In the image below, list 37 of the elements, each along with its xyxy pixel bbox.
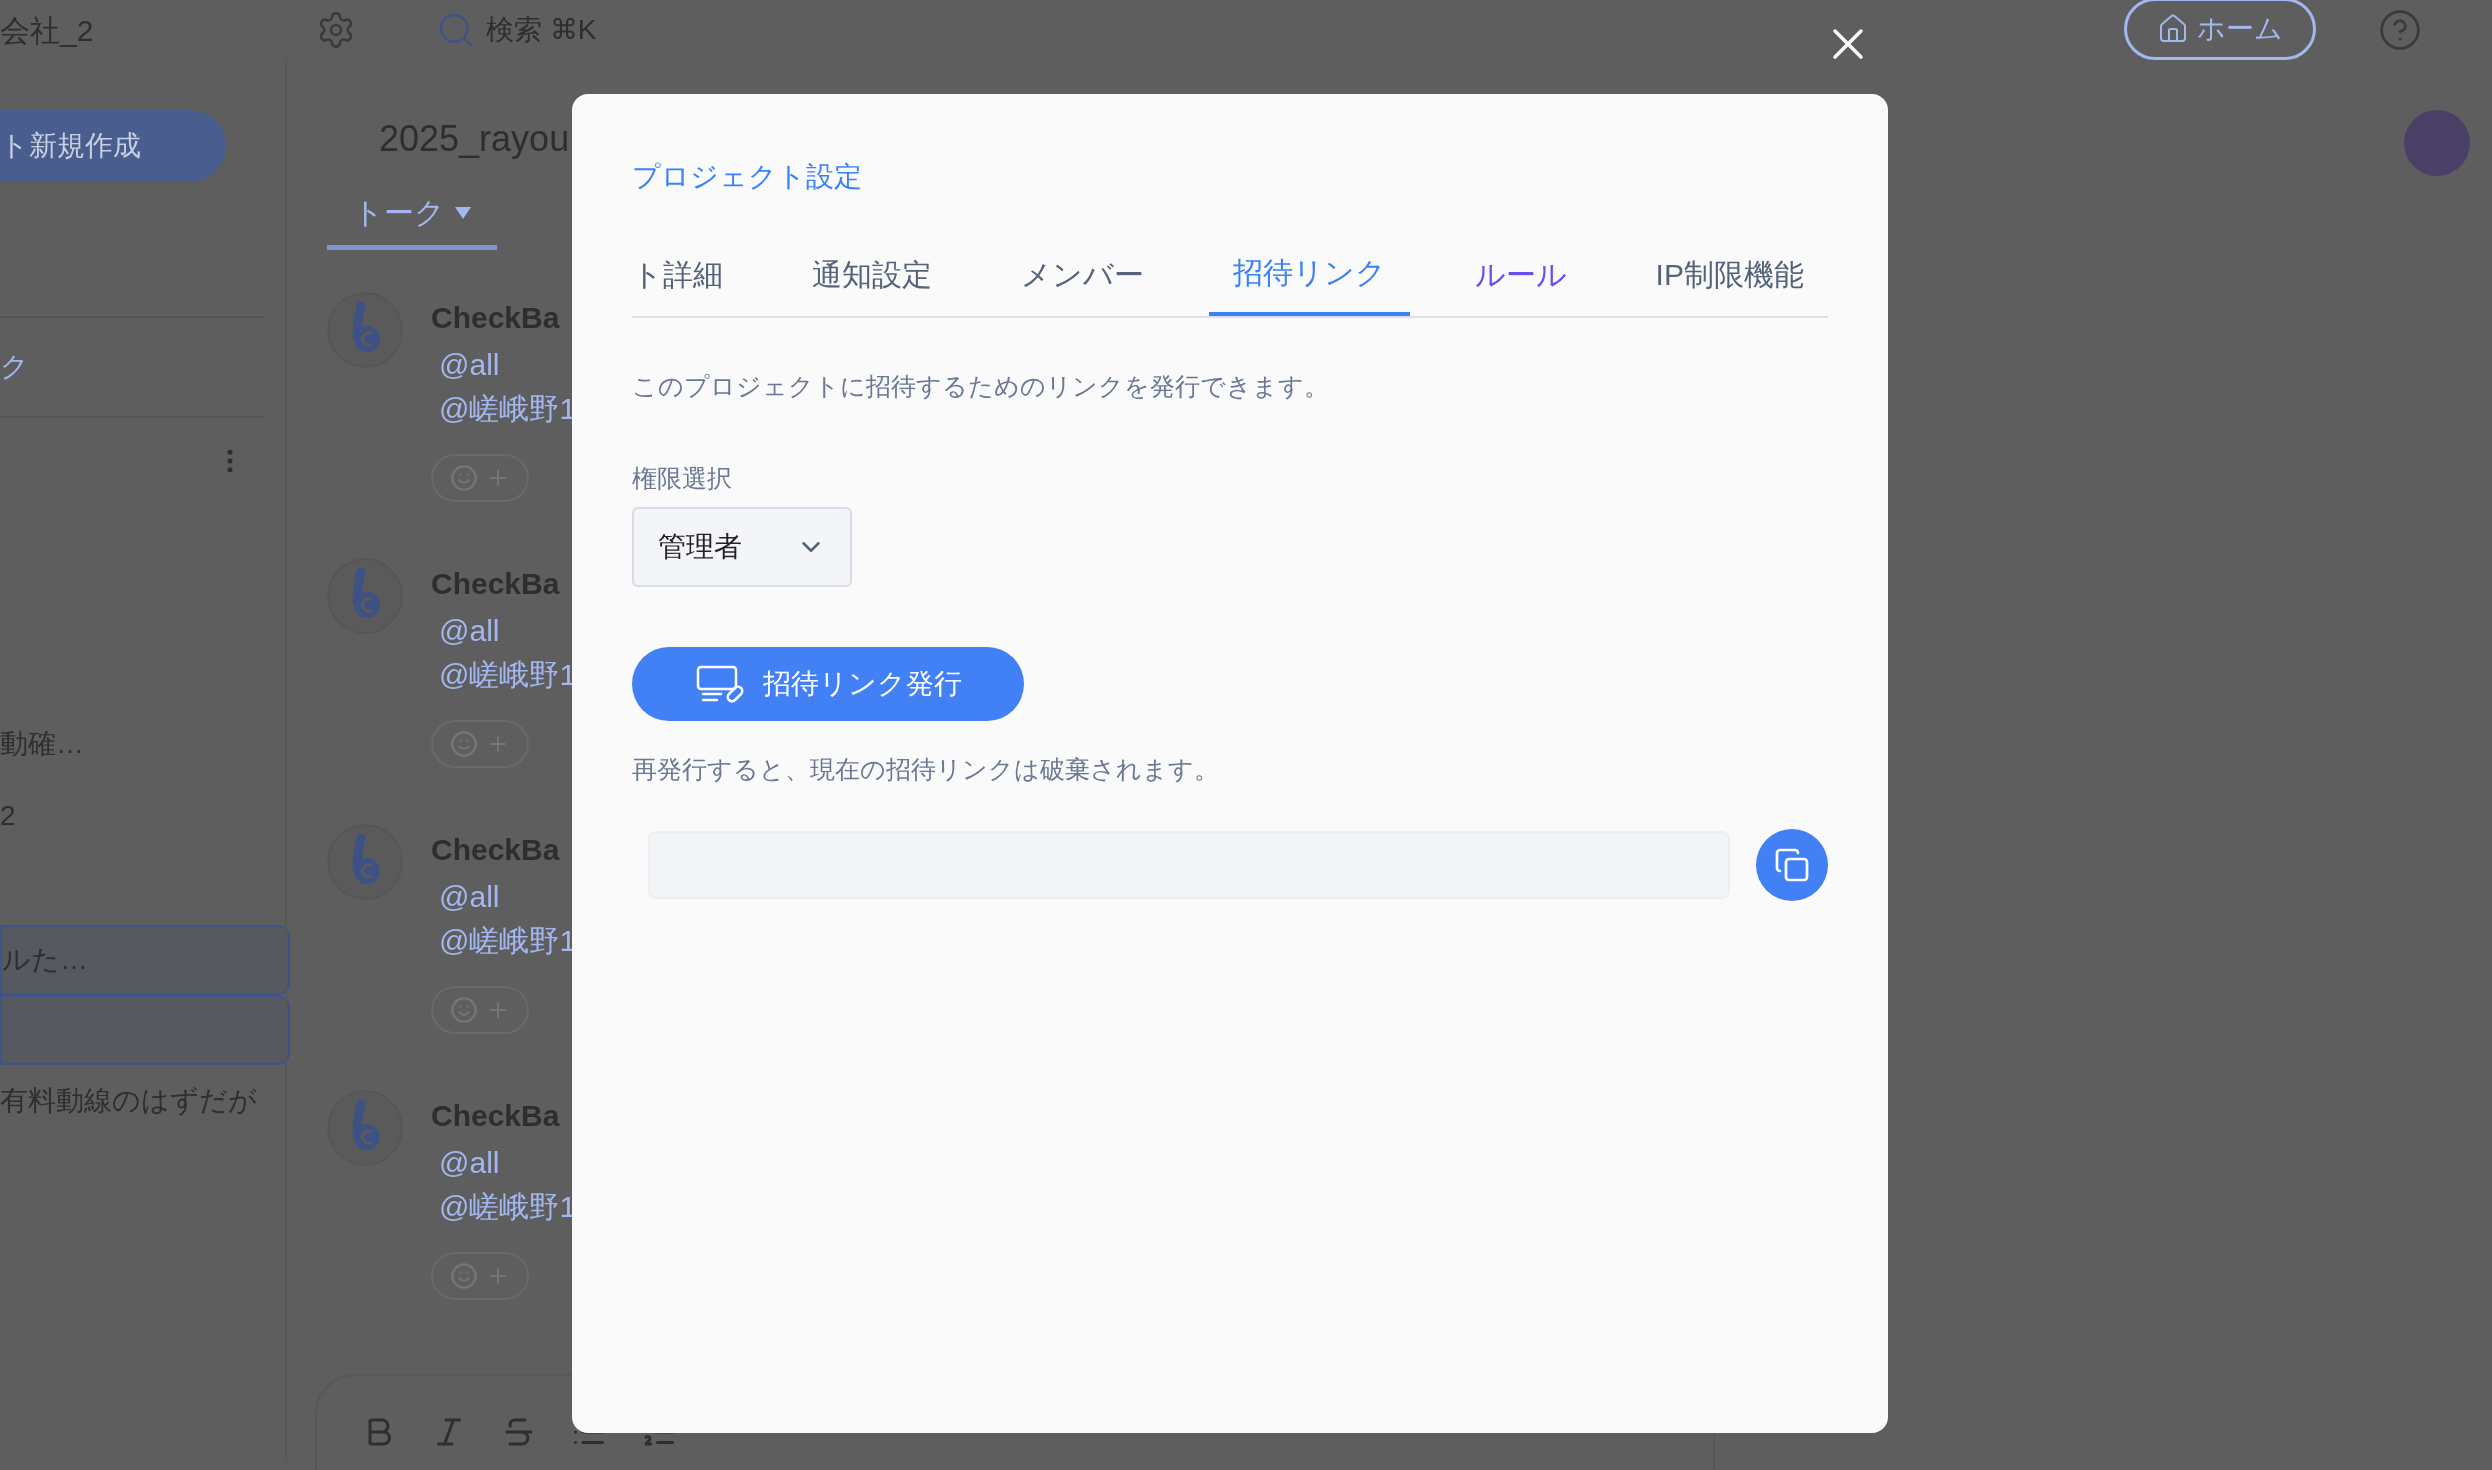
app-logo-icon [327,292,403,368]
settings-tab[interactable]: ト詳細 [632,232,747,316]
app-logo-icon [327,558,403,634]
help-icon[interactable] [2378,8,2422,52]
settings-tab[interactable]: 通知設定 [787,232,956,316]
home-button[interactable]: ホーム [2124,0,2316,60]
reaction-button[interactable] [431,1252,529,1300]
caret-icon [455,206,471,219]
dialog-title: プロジェクト設定 [632,160,862,194]
talk-tab[interactable]: トーク [327,180,497,250]
settings-tab[interactable]: メンバー [996,232,1168,316]
reaction-button[interactable] [431,454,529,502]
reaction-button[interactable] [431,720,529,768]
mention[interactable]: @all [439,608,577,652]
smile-icon [450,730,478,758]
mention[interactable]: @all [439,874,577,918]
role-label: 権限選択 [632,462,733,494]
app-logo-icon [327,824,403,900]
settings-tab[interactable]: 招待リンク [1208,232,1410,316]
settings-tab[interactable]: IP制限機能 [1631,232,1828,316]
dialog-description: このプロジェクトに招待するためのリンクを発行できます。 [632,371,1330,402]
mention[interactable]: @all [439,1140,577,1184]
role-select[interactable]: 管理者 [632,507,852,587]
mention[interactable]: @all [439,342,577,386]
reissue-note: 再発行すると、現在の招待リンクは破棄されます。 [632,754,1220,785]
smile-icon [450,1262,478,1290]
reaction-button[interactable] [431,986,529,1034]
sidebar-card[interactable] [0,995,290,1065]
smile-icon [450,996,478,1024]
app-logo-icon [327,1090,403,1166]
sidebar-link[interactable]: ク [0,346,29,388]
new-project-button[interactable]: ト新規作成 [0,110,226,182]
copy-icon [1774,846,1810,883]
home-icon [2157,13,2189,45]
issue-invite-link-button[interactable]: 招待リンク発行 [632,647,1024,721]
smile-icon [450,464,478,492]
settings-tab[interactable]: ルール [1450,232,1591,316]
